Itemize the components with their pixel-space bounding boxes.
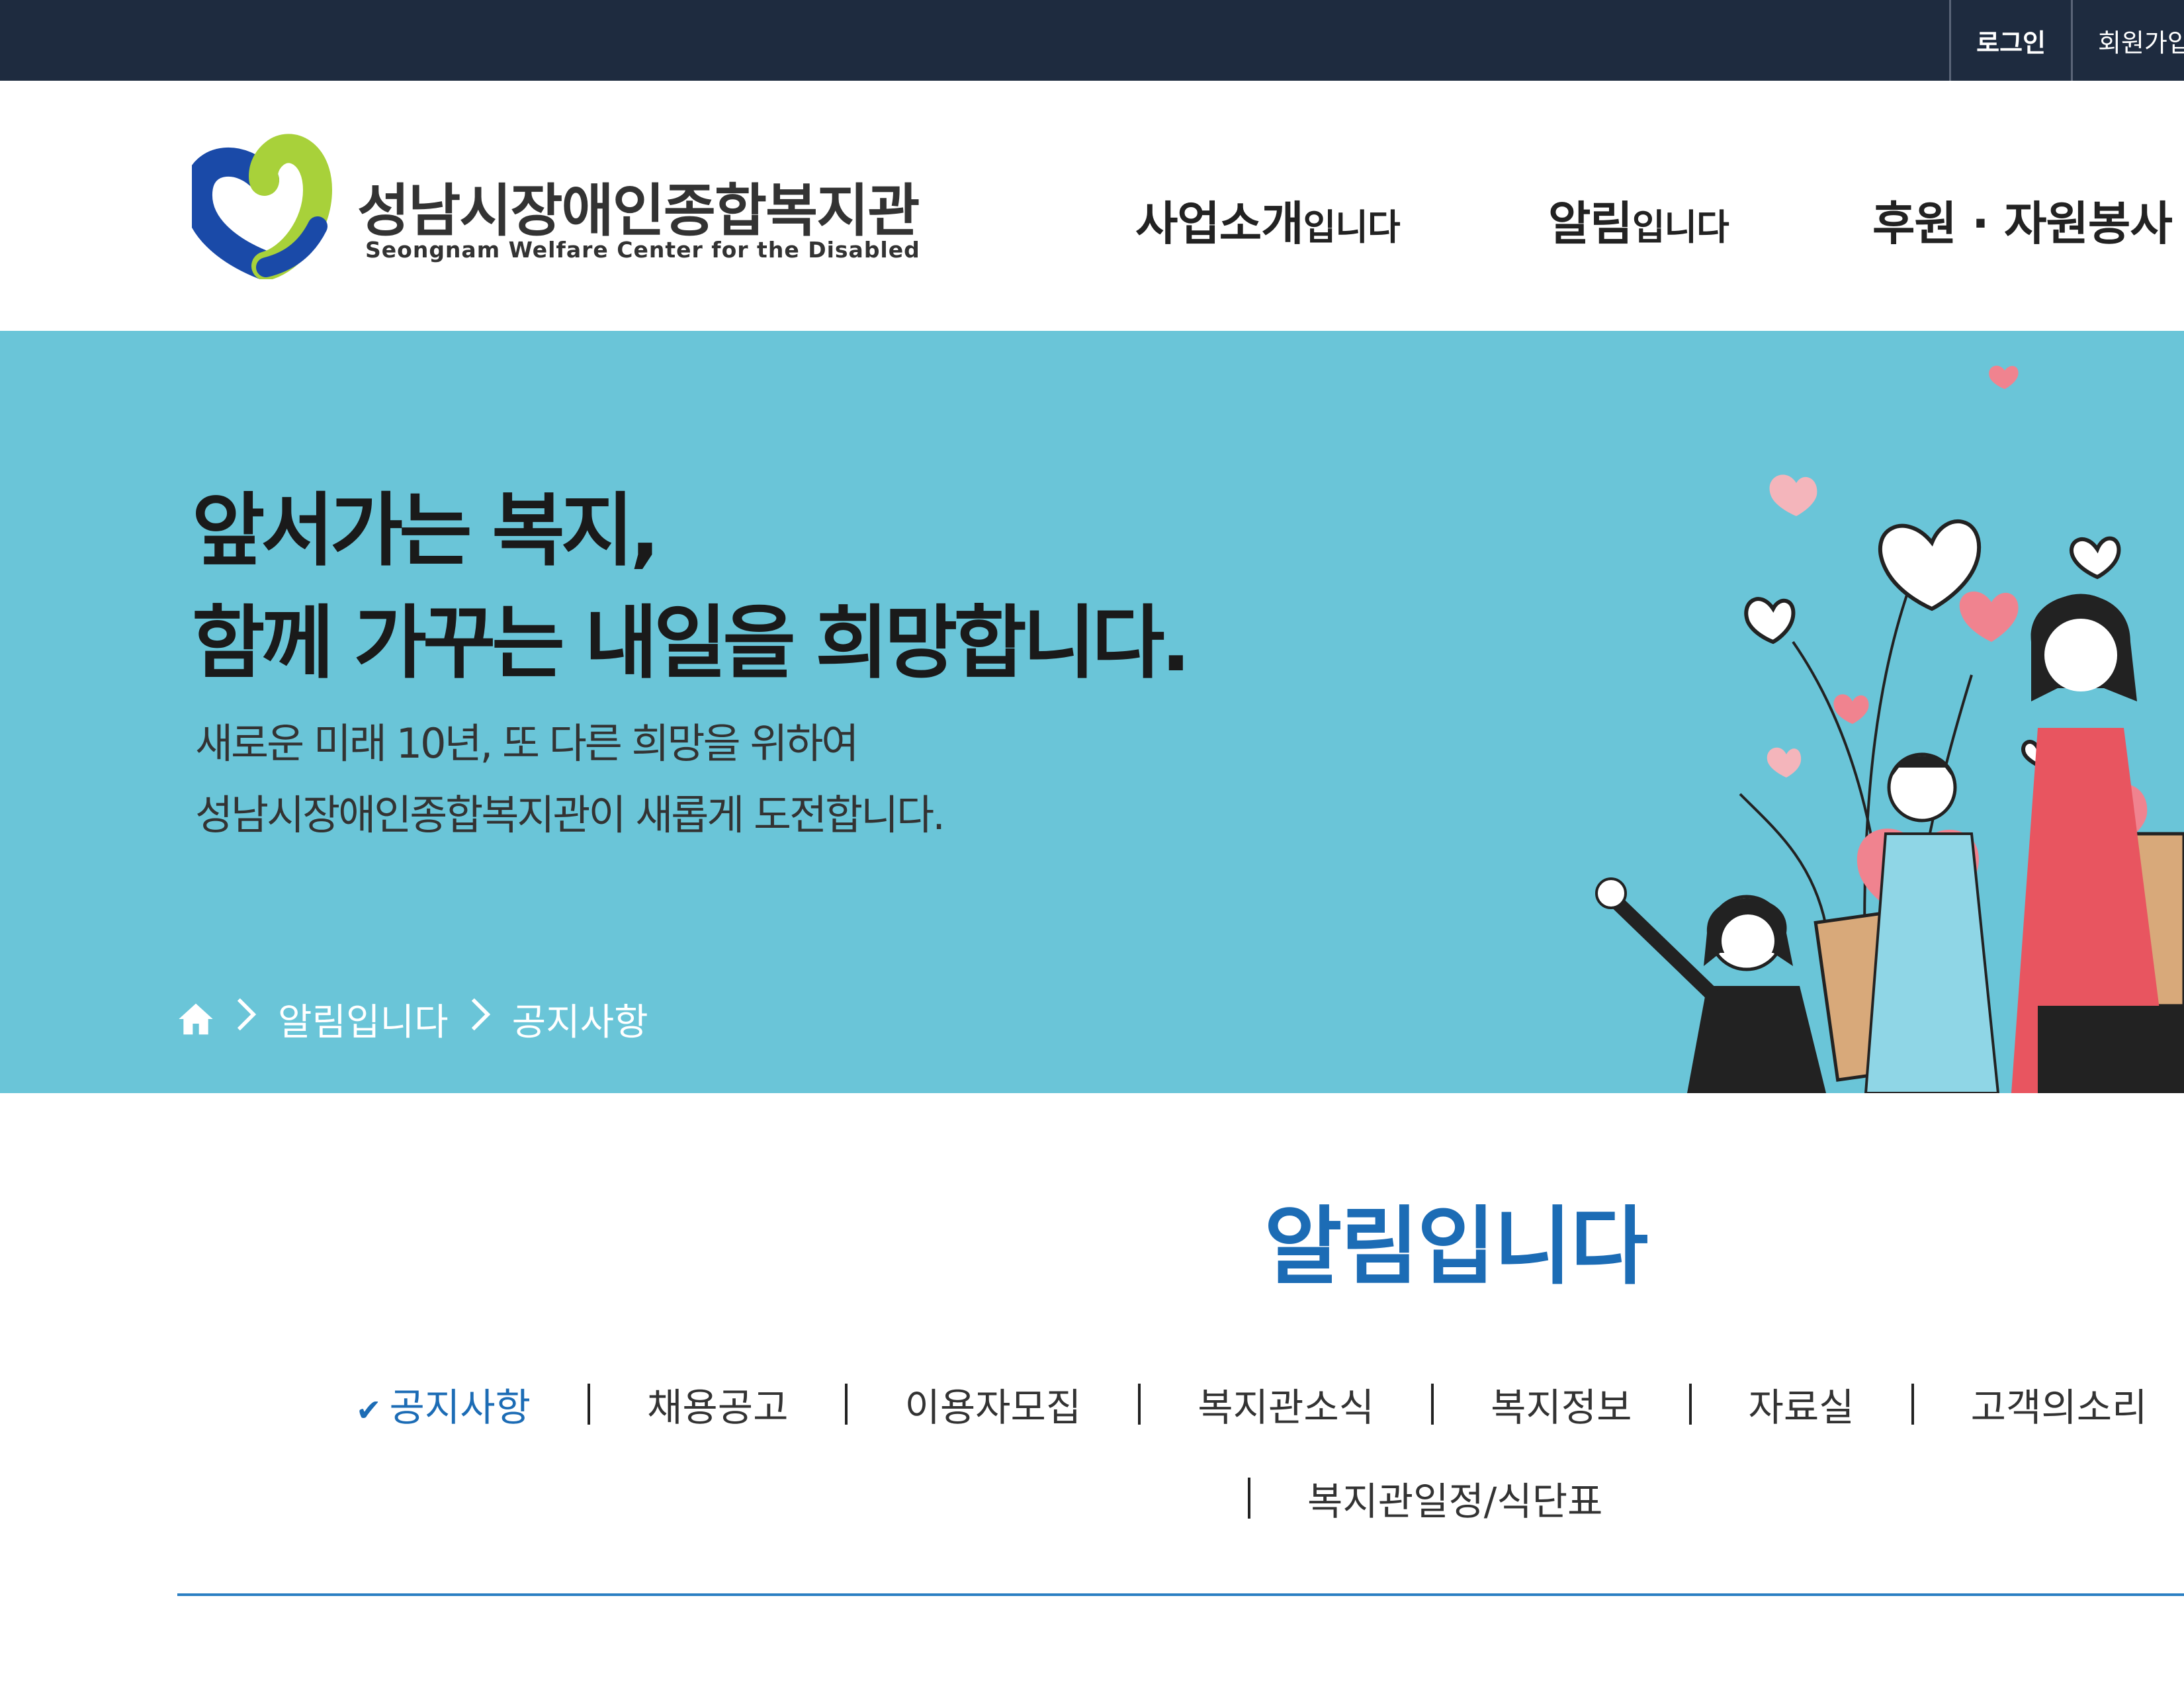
tab-divider xyxy=(1688,1384,1692,1425)
tab-divider xyxy=(1138,1384,1141,1425)
home-icon[interactable] xyxy=(177,1000,214,1038)
tab-archive[interactable]: 자료실 xyxy=(1749,1376,1855,1432)
tab-user-recruitment[interactable]: 이용자모집 xyxy=(904,1376,1081,1432)
hero-title-line1: 앞서가는 복지, xyxy=(192,485,660,577)
nav-business-intro[interactable]: 사업소개입니다 xyxy=(1135,187,1401,253)
hero-subtitle: 새로운 미래 10년, 또 다른 희망을 위하여 성남시장애인종합복지관이 새롭… xyxy=(195,708,945,851)
nav-business-intro-main: 사업소개 xyxy=(1135,197,1304,251)
utility-links: 로그인 회원가입 xyxy=(1949,0,2184,81)
nav-business-intro-suffix: 입니다 xyxy=(1303,206,1401,248)
check-icon: ✔ xyxy=(356,1392,382,1428)
nav-notice-main: 알림 xyxy=(1548,197,1633,251)
login-link[interactable]: 로그인 xyxy=(1949,0,2071,81)
nav-notice[interactable]: 알림입니다 xyxy=(1548,187,1729,253)
tab-divider xyxy=(1911,1384,1914,1425)
tab-announcements-label: 공지사항 xyxy=(389,1385,531,1430)
breadcrumb-announcements[interactable]: 공지사항 xyxy=(512,993,648,1046)
main-navigation: 사업소개입니다 알림입니다 후원 · 자원봉사 xyxy=(0,187,2184,253)
tab-welfare-info[interactable]: 복지정보 xyxy=(1491,1376,1632,1432)
hero-subtitle-line2: 성남시장애인종합복지관이 새롭게 도전합니다. xyxy=(195,791,945,839)
hero-title-line2: 함께 가꾸는 내일을 희망합니다. xyxy=(192,598,1191,689)
tab-divider xyxy=(1431,1384,1434,1425)
site-header: 성남시장애인종합복지관 Seongnam Welfare Center for … xyxy=(0,81,2184,332)
hero-banner: 앞서가는 복지, 함께 가꾸는 내일을 희망합니다. 새로운 미래 10년, 또… xyxy=(0,331,2184,1093)
sub-navigation-row-1: ✔ 공지사항 채용공고 이용자모집 복지관소식 복지정보 자료실 고객의소리 xyxy=(356,1378,2147,1431)
breadcrumb: 알림입니다 공지사항 xyxy=(177,993,648,1045)
hero-subtitle-line1: 새로운 미래 10년, 또 다른 희망을 위하여 xyxy=(195,719,859,768)
tab-center-news[interactable]: 복지관소식 xyxy=(1198,1376,1374,1432)
tab-schedule-menu[interactable]: 복지관일정/식단표 xyxy=(1307,1470,1602,1526)
tab-divider xyxy=(845,1384,848,1425)
tab-announcements[interactable]: ✔ 공지사항 xyxy=(356,1376,531,1432)
tab-recruitment[interactable]: 채용공고 xyxy=(647,1376,788,1432)
nav-sponsorship-main: 후원 · 자원봉사 xyxy=(1872,197,2173,251)
tab-divider xyxy=(588,1384,590,1425)
section-title: 알림입니다 xyxy=(1264,1198,1649,1296)
nav-sponsorship-volunteer[interactable]: 후원 · 자원봉사 xyxy=(1872,187,2173,253)
chevron-right-icon xyxy=(468,996,492,1042)
nav-notice-suffix: 입니다 xyxy=(1632,206,1729,248)
section-divider-line xyxy=(177,1593,2184,1596)
chevron-right-icon xyxy=(234,996,258,1042)
hero-title: 앞서가는 복지, 함께 가꾸는 내일을 희망합니다. xyxy=(192,475,1191,700)
tab-divider xyxy=(1248,1478,1250,1519)
top-utility-bar: 로그인 회원가입 xyxy=(0,0,2184,81)
people-with-hearts-illustration xyxy=(1595,365,2184,1093)
tab-customer-voice[interactable]: 고객의소리 xyxy=(1971,1376,2148,1432)
breadcrumb-notice[interactable]: 알림입니다 xyxy=(278,993,449,1046)
sub-navigation-row-2: 복지관일정/식단표 xyxy=(1248,1472,1602,1525)
signup-link[interactable]: 회원가입 xyxy=(2071,0,2184,81)
